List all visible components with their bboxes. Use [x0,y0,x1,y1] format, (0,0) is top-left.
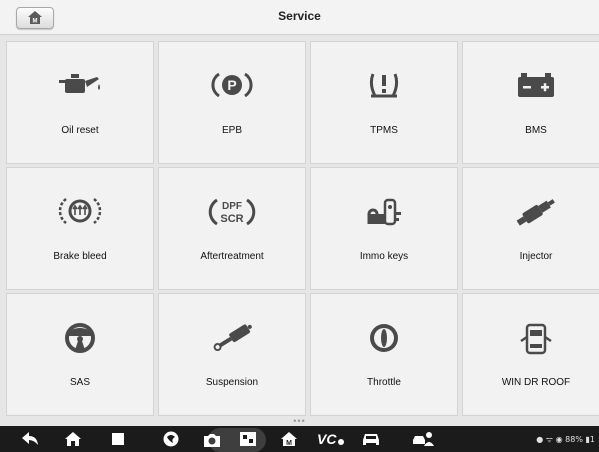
tile-label: BMS [525,125,547,136]
svg-text:P: P [227,77,236,93]
tile-label: WIN DR ROOF [501,377,571,388]
camera-icon [204,434,220,447]
tile-label: SAS [69,377,90,388]
tile-label: Brake bleed [53,251,107,262]
home-nav-button[interactable] [64,430,82,448]
immo-key-icon [367,198,401,226]
vehicle-button[interactable] [360,430,382,448]
tile-sas[interactable]: SAS [6,293,154,416]
vci-label: VC [317,431,337,447]
tile-label: Aftertreatment [200,251,264,262]
tile-bms[interactable]: BMS [462,41,599,164]
recent-apps-icon [112,433,124,445]
remote-support-button[interactable] [412,430,434,448]
back-icon [22,432,38,445]
browser-button[interactable] [162,430,180,448]
tile-injector[interactable]: Injector [462,167,599,290]
battery-icon [518,73,554,97]
browser-icon [163,431,179,447]
svg-text:SCR: SCR [220,213,243,225]
brake-warning-icon [58,198,102,224]
svg-text:M: M [286,440,292,447]
recent-apps-button[interactable] [110,430,126,448]
service-screen: M Service Oil reset P EPB TPMS BMS Brake… [0,0,599,426]
maxisys-home-button[interactable]: M [280,430,298,448]
dpf-scr-icon: DPF SCR [208,198,256,226]
steering-wheel-icon [65,323,95,353]
svg-text:DPF: DPF [222,201,242,212]
tile-tpms[interactable]: TPMS [310,41,458,164]
tile-aftertreatment[interactable]: DPF SCR Aftertreatment [158,167,306,290]
tile-label: Immo keys [359,251,409,262]
vci-icon: VC [317,431,344,447]
home-m-icon: M [281,432,297,447]
tile-label: Injector [519,251,553,262]
remote-support-icon [413,432,434,446]
car-doors-icon [520,323,552,355]
back-button[interactable] [20,430,40,448]
vci-button[interactable]: VC [316,430,346,448]
status-indicators: ● ᯤ ◉ 88% ▮1 [536,435,595,444]
tile-throttle[interactable]: Throttle [310,293,458,416]
oil-can-icon [59,74,100,93]
page-title: Service [278,9,321,23]
throttle-body-icon [370,324,398,352]
tile-oil-reset[interactable]: Oil reset [6,41,154,164]
service-grid: Oil reset P EPB TPMS BMS Brake bleed DPF… [6,41,599,416]
tile-win-dr-roof[interactable]: WIN DR ROOF [462,293,599,416]
display-button[interactable] [238,430,258,448]
page-indicator: ••• [293,416,306,426]
tile-label: Throttle [367,377,401,388]
tile-suspension[interactable]: Suspension [158,293,306,416]
parking-brake-icon: P [211,72,253,98]
tile-label: Oil reset [61,125,99,136]
shock-absorber-icon [213,324,252,352]
car-icon [363,434,379,445]
android-navigation-bar: M VC ● ᯤ ◉ 88% ▮1 [0,426,599,452]
tile-label: EPB [221,125,242,136]
tile-brake-bleed[interactable]: Brake bleed [6,167,154,290]
tile-label: TPMS [370,125,398,136]
tile-epb[interactable]: P EPB [158,41,306,164]
home-icon [65,432,81,446]
injector-icon [516,199,555,226]
tile-label: Suspension [205,377,259,388]
title-bar: M Service [0,0,599,35]
tire-pressure-icon [369,73,399,98]
display-icon [240,432,256,446]
tile-immo-keys[interactable]: Immo keys [310,167,458,290]
